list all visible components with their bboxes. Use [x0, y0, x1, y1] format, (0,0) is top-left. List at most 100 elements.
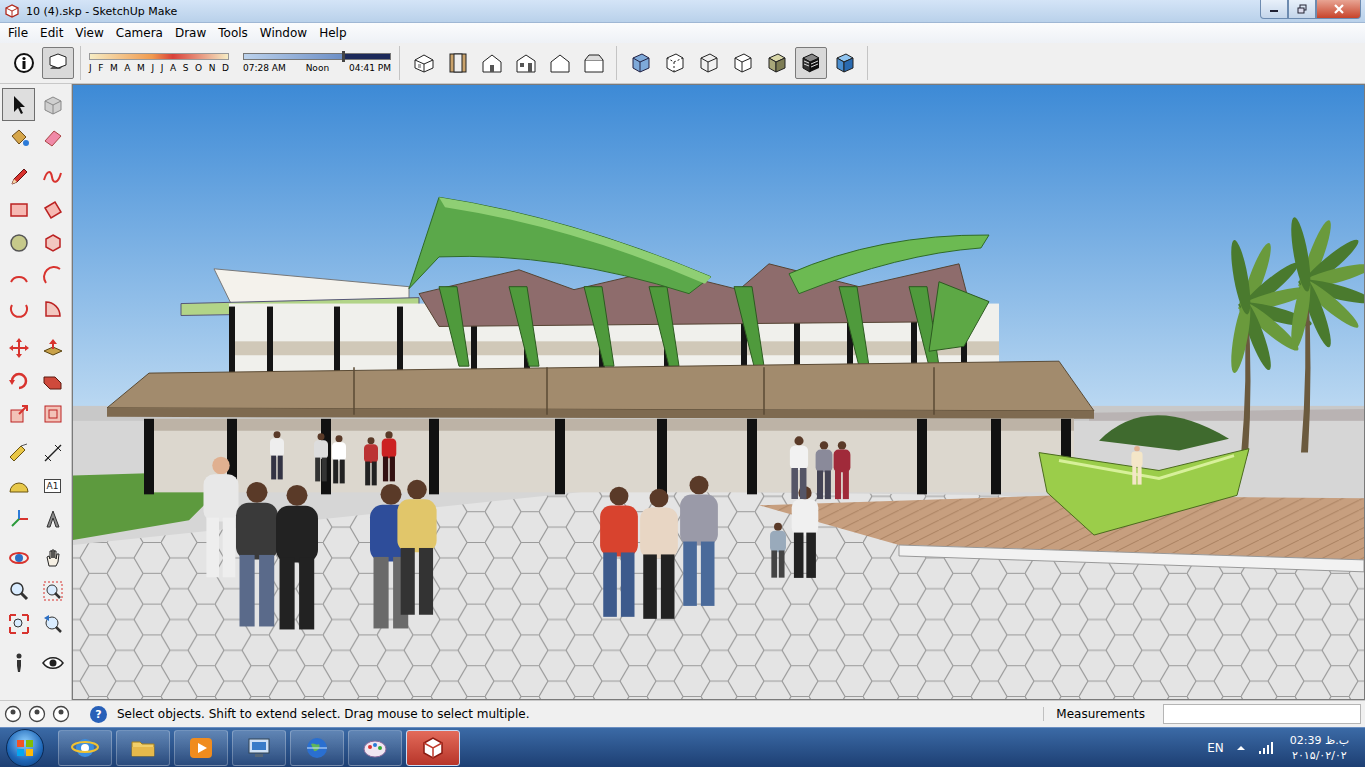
tool-button[interactable]: [2, 88, 35, 121]
user-icon[interactable]: [52, 705, 70, 723]
toolbar-button[interactable]: [42, 47, 74, 79]
tool-button[interactable]: [2, 436, 35, 469]
clock[interactable]: 02:39 ب.ظ۲۰۱۵/۰۲/۰۲: [1286, 733, 1359, 763]
tool-button[interactable]: [36, 397, 69, 430]
person-figure: [397, 480, 436, 615]
time-thumb[interactable]: [342, 51, 345, 62]
drawing-area[interactable]: [72, 84, 1365, 700]
menu-item[interactable]: Window: [254, 26, 313, 40]
tool-button[interactable]: [36, 121, 69, 154]
toolbar-button[interactable]: [8, 47, 40, 79]
tool-button[interactable]: [36, 574, 69, 607]
model-viewport-scene[interactable]: [73, 85, 1364, 699]
paint-icon: [7, 126, 31, 150]
style-button[interactable]: [625, 47, 657, 79]
style-button[interactable]: [761, 47, 793, 79]
month-label: J: [151, 63, 154, 73]
tool-button[interactable]: [36, 541, 69, 574]
tool-button[interactable]: [36, 436, 69, 469]
tool-button[interactable]: [36, 292, 69, 325]
view-button[interactable]: [544, 47, 576, 79]
show-hidden-icons-icon[interactable]: [1236, 743, 1246, 753]
tool-button[interactable]: [36, 193, 69, 226]
left-icon: [582, 51, 606, 75]
menu-item[interactable]: Draw: [169, 26, 212, 40]
tool-button[interactable]: [2, 292, 35, 325]
tool-button[interactable]: [2, 331, 35, 364]
taskbar-app[interactable]: [406, 730, 460, 766]
view-button[interactable]: [408, 47, 440, 79]
menu-item[interactable]: Edit: [34, 26, 69, 40]
close-button[interactable]: [1316, 0, 1361, 19]
view-button[interactable]: [476, 47, 508, 79]
view-button[interactable]: [442, 47, 474, 79]
tool-button[interactable]: [36, 259, 69, 292]
minimize-button[interactable]: [1260, 0, 1288, 19]
style-button[interactable]: [829, 47, 861, 79]
start-button[interactable]: [6, 729, 44, 767]
view-button[interactable]: [578, 47, 610, 79]
zoom-icon: [7, 579, 31, 603]
tool-button[interactable]: [36, 646, 69, 679]
title-bar: 10 (4).skp - SketchUp Make: [0, 0, 1365, 23]
tool-button[interactable]: [2, 397, 35, 430]
tool-button[interactable]: [36, 331, 69, 364]
tool-button[interactable]: [2, 226, 35, 259]
taskbar-app[interactable]: [348, 730, 402, 766]
month-label: F: [98, 63, 103, 73]
language-indicator[interactable]: EN: [1207, 741, 1224, 755]
tool-button[interactable]: [2, 259, 35, 292]
tool-button[interactable]: [36, 607, 69, 640]
tool-button[interactable]: [2, 193, 35, 226]
sketchup-logo-icon: [4, 3, 20, 19]
view-button[interactable]: [510, 47, 542, 79]
tool-button[interactable]: [2, 574, 35, 607]
menu-item[interactable]: View: [69, 26, 109, 40]
menu-item[interactable]: Tools: [212, 26, 254, 40]
tool-button[interactable]: [36, 502, 69, 535]
taskbar-app[interactable]: [290, 730, 344, 766]
tool-button[interactable]: [2, 646, 35, 679]
tool-button[interactable]: [2, 364, 35, 397]
menu-item[interactable]: Camera: [110, 26, 169, 40]
palm-tree: [1287, 216, 1364, 453]
tool-button[interactable]: [2, 502, 35, 535]
network-icon: [245, 734, 273, 762]
tool-button[interactable]: [36, 364, 69, 397]
tool-button[interactable]: [36, 88, 69, 121]
measurements-field[interactable]: [1163, 704, 1361, 724]
instructor-button[interactable]: ?: [90, 706, 107, 723]
month-label: O: [195, 63, 202, 73]
taskbar-app[interactable]: [174, 730, 228, 766]
tool-button[interactable]: A1: [36, 469, 69, 502]
date-slider[interactable]: JFMAMJJASOND: [89, 53, 229, 73]
time-label: 07:28 AM: [243, 63, 286, 73]
style-button[interactable]: [659, 47, 691, 79]
shaded-icon: [765, 51, 789, 75]
tool-button[interactable]: [2, 541, 35, 574]
time-slider[interactable]: 07:28 AMNoon04:41 PM: [243, 53, 391, 73]
explorer-icon: [129, 734, 157, 762]
credits-icon[interactable]: [28, 705, 46, 723]
signal-icon[interactable]: [1258, 741, 1274, 755]
geo-icon[interactable]: [4, 705, 22, 723]
menu-item[interactable]: Help: [313, 26, 352, 40]
taskbar-app[interactable]: [116, 730, 170, 766]
taskbar-app[interactable]: [58, 730, 112, 766]
tool-button[interactable]: [2, 160, 35, 193]
tool-button[interactable]: [36, 226, 69, 259]
tool-button[interactable]: [2, 469, 35, 502]
time-fill: [244, 54, 342, 59]
tool-button[interactable]: [2, 121, 35, 154]
lookaround-icon: [41, 651, 65, 675]
style-button[interactable]: [693, 47, 725, 79]
style-button[interactable]: [727, 47, 759, 79]
style-button[interactable]: [795, 47, 827, 79]
taskbar-app[interactable]: [232, 730, 286, 766]
menu-item[interactable]: File: [2, 26, 34, 40]
maximize-button[interactable]: [1288, 0, 1316, 19]
tool-button[interactable]: [2, 607, 35, 640]
arc2-icon: [41, 264, 65, 288]
tool-button[interactable]: [36, 160, 69, 193]
month-label: S: [183, 63, 189, 73]
